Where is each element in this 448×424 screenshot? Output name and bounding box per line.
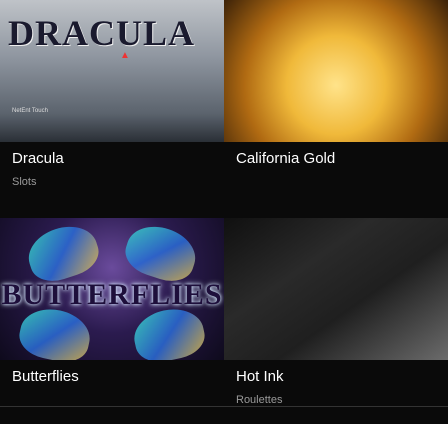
game-title: Dracula (12, 150, 64, 167)
game-thumbnail-dracula[interactable]: DRACULA ▲ NetEnt Touch (0, 0, 224, 142)
game-card-butterflies[interactable]: BUTTERFLIES Butterflies (0, 218, 224, 424)
game-title: Butterflies (12, 368, 79, 385)
game-title: California Gold (236, 150, 336, 167)
dracula-tagline: NetEnt Touch (12, 108, 48, 114)
game-card-hot-ink[interactable]: Hot Ink Roulettes (224, 218, 448, 424)
game-card-dracula[interactable]: DRACULA ▲ NetEnt Touch Dracula Slots (0, 0, 224, 218)
game-title: Hot Ink (236, 368, 284, 385)
game-thumbnail-butterflies[interactable]: BUTTERFLIES (0, 218, 224, 360)
dracula-logo: DRACULA (8, 13, 195, 53)
game-category: Slots (12, 176, 37, 188)
game-card-california-gold[interactable]: California Gold (224, 0, 448, 218)
divider (0, 406, 448, 407)
bat-icon: ▲ (120, 50, 130, 61)
game-thumbnail-hot-ink[interactable] (224, 218, 448, 360)
butterflies-logo: BUTTERFLIES (1, 278, 223, 311)
game-category: Roulettes (236, 394, 283, 406)
game-thumbnail-california-gold[interactable] (224, 0, 448, 142)
